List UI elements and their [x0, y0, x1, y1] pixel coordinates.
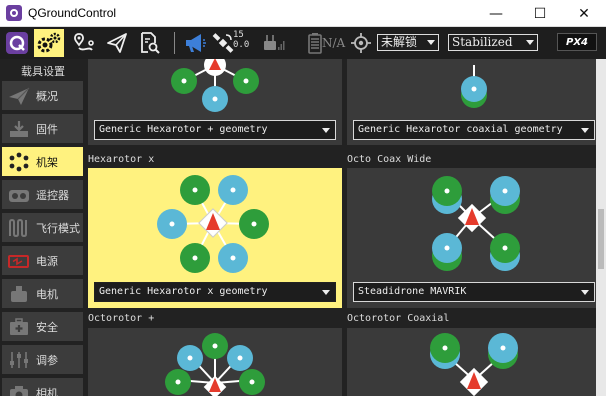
gps-hdop: 0.0	[233, 40, 250, 50]
sidebar-item-label: 机架	[36, 155, 58, 169]
arm-status-label: 未解锁	[381, 35, 418, 49]
crosshair-icon	[351, 33, 371, 53]
sidebar-item-camera[interactable]: 相机	[2, 378, 83, 396]
airframe-icon	[6, 151, 32, 173]
sidebar-item-label: 飞行模式	[36, 221, 80, 235]
sidebar-item-flight-modes[interactable]: 飞行模式	[2, 213, 83, 242]
sidebar-item-label: 电源	[36, 254, 58, 268]
airframe-card-octorotor-plus[interactable]	[88, 328, 342, 396]
gps-readout: 15 0.0	[233, 30, 249, 50]
arm-status-dropdown[interactable]: 未解锁	[377, 34, 439, 51]
sidebar-item-motors[interactable]: 电机	[2, 279, 83, 308]
sidebar-item-label: 电机	[36, 287, 58, 301]
sidebar-item-summary[interactable]: 概况	[2, 81, 83, 110]
firmware-download-icon	[6, 118, 32, 140]
waypoint-route-icon	[74, 33, 94, 51]
chevron-down-icon	[526, 40, 534, 45]
battery-icon	[6, 250, 32, 272]
octorotor-plus-diagram	[165, 333, 265, 396]
messages-button[interactable]	[180, 29, 210, 57]
sidebar-item-safety[interactable]: 安全	[2, 312, 83, 341]
vertical-scrollbar[interactable]	[596, 59, 606, 396]
vehicle-setup-button[interactable]	[34, 29, 64, 57]
airframe-title: Octorotor Coaxial	[347, 313, 450, 324]
chevron-down-icon	[322, 128, 330, 133]
px4-logo: PX4	[557, 33, 597, 51]
flight-modes-icon	[6, 217, 32, 239]
radio-controller-icon	[6, 184, 32, 206]
airframe-grid: Generic Hexarotor + geometry Generic Hex…	[86, 59, 596, 396]
airframe-card-octorotor-coaxial[interactable]	[347, 328, 596, 396]
rc-rssi-button[interactable]	[258, 29, 288, 57]
megaphone-icon	[186, 34, 206, 52]
chevron-down-icon	[581, 128, 589, 133]
airframe-card-hexarotor-plus[interactable]: Generic Hexarotor + geometry	[88, 59, 342, 145]
paper-plane-icon	[107, 33, 127, 53]
battery-value: N/A	[322, 36, 346, 50]
sidebar-item-label: 安全	[36, 320, 58, 334]
airframe-card-octo-coax-wide[interactable]: Steadidrone MAVRIK	[347, 168, 596, 308]
octo-coax-wide-diagram	[432, 176, 520, 271]
gears-icon	[37, 32, 61, 53]
sidebar-item-radio[interactable]: 遥控器	[2, 180, 83, 209]
airframe-select-value: Steadidrone MAVRIK	[358, 286, 467, 297]
airframe-select-value: Generic Hexarotor coaxial geometry	[358, 124, 563, 135]
qgc-logo-button[interactable]	[2, 29, 32, 57]
window-title: QGroundControl	[28, 6, 117, 20]
fly-view-button[interactable]	[102, 29, 132, 57]
sidebar-item-firmware[interactable]: 固件	[2, 114, 83, 143]
maximize-button[interactable]: ☐	[518, 0, 562, 27]
airframe-select-value: Generic Hexarotor + geometry	[99, 124, 268, 135]
chevron-down-icon	[427, 40, 435, 45]
airframe-card-hexarotor-coaxial[interactable]: Generic Hexarotor coaxial geometry	[347, 59, 596, 145]
gps-satellite-count: 15	[233, 30, 244, 40]
gps-rtk-button[interactable]	[346, 29, 376, 57]
satellite-icon	[212, 33, 234, 53]
sliders-icon	[6, 349, 32, 371]
paper-plane-icon	[6, 85, 32, 107]
airframe-select-dropdown[interactable]: Steadidrone MAVRIK	[353, 282, 595, 302]
chevron-down-icon	[581, 290, 589, 295]
octorotor-coaxial-diagram	[430, 333, 518, 396]
airframe-card-hexarotor-x[interactable]: Generic Hexarotor x geometry	[88, 168, 342, 308]
toolbar-divider	[174, 32, 175, 54]
airframe-select-value: Generic Hexarotor x geometry	[99, 286, 268, 297]
airframe-select-dropdown[interactable]: Generic Hexarotor + geometry	[94, 120, 336, 140]
sidebar-item-power[interactable]: 电源	[2, 246, 83, 275]
sidebar-header: 载具设置	[21, 65, 65, 78]
airframe-select-dropdown[interactable]: Generic Hexarotor coaxial geometry	[353, 120, 595, 140]
airframe-title: Octo Coax Wide	[347, 154, 432, 165]
sidebar-item-label: 遥控器	[36, 188, 69, 202]
analyze-button[interactable]	[134, 29, 164, 57]
sidebar-item-tuning[interactable]: 调参	[2, 345, 83, 374]
sidebar-item-label: 调参	[36, 353, 58, 367]
document-search-icon	[141, 32, 160, 54]
close-button[interactable]: ✕	[562, 0, 606, 27]
sidebar-item-airframe[interactable]: 机架	[2, 147, 83, 176]
airframe-select-dropdown[interactable]: Generic Hexarotor x geometry	[94, 282, 336, 302]
sidebar-item-label: 固件	[36, 122, 58, 136]
minimize-button[interactable]: —	[474, 0, 518, 27]
hexarotor-plus-diagram	[171, 59, 259, 112]
airframe-title: Octorotor +	[88, 313, 155, 324]
plan-view-button[interactable]	[68, 29, 98, 57]
qgc-app-icon	[6, 5, 22, 21]
title-bar: QGroundControl — ☐ ✕	[0, 0, 606, 27]
flight-mode-dropdown[interactable]: Stabilized	[448, 34, 538, 51]
medkit-icon	[6, 316, 32, 338]
chevron-down-icon	[322, 290, 330, 295]
rc-signal-icon	[264, 35, 285, 50]
hexarotor-coaxial-diagram	[461, 65, 487, 108]
motor-icon	[6, 283, 32, 305]
airframe-title: Hexarotor x	[88, 154, 155, 165]
sidebar-item-label: 相机	[36, 386, 58, 396]
hexarotor-x-diagram	[157, 175, 269, 273]
vehicle-setup-sidebar: 载具设置 概况 固件 机架 遥控器 飞行模式 电源 电机 安全 调参 相机	[0, 59, 86, 396]
qgc-logo-icon	[6, 32, 28, 54]
flight-mode-label: Stabilized	[452, 35, 513, 49]
sidebar-item-label: 概况	[36, 89, 58, 103]
scrollbar-thumb[interactable]	[598, 209, 604, 269]
camera-icon	[6, 382, 32, 396]
